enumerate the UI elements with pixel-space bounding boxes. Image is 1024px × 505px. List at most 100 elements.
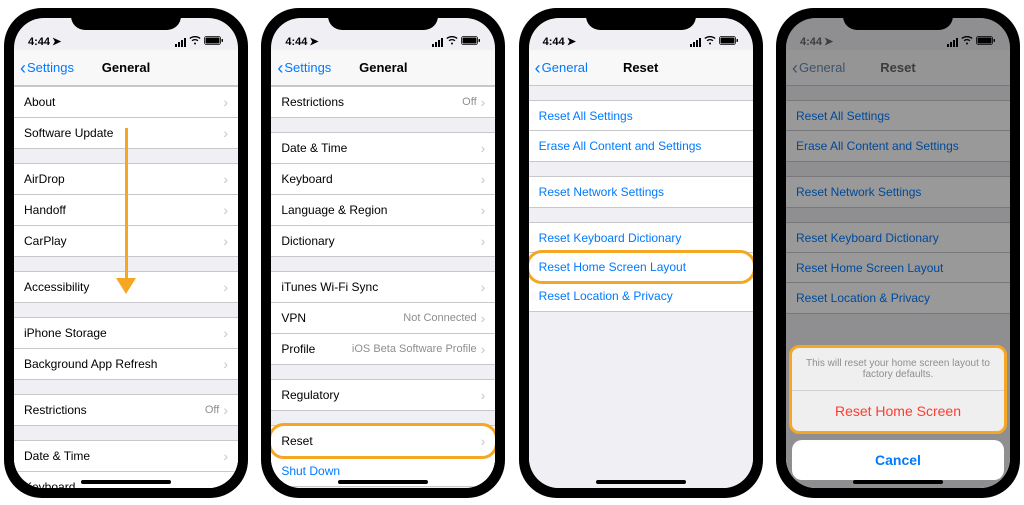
settings-group: Reset Network Settings <box>529 176 753 208</box>
row-regulatory[interactable]: Regulatory › <box>271 380 495 410</box>
signal-icon <box>175 38 186 47</box>
back-button[interactable]: ‹ Settings <box>20 59 74 77</box>
chevron-right-icon: › <box>223 125 228 141</box>
row-label: iPhone Storage <box>24 326 107 340</box>
row-handoff[interactable]: Handoff› <box>14 195 238 226</box>
settings-group: iTunes Wi-Fi Sync›VPNNot Connected›Profi… <box>271 271 495 365</box>
chevron-right-icon: › <box>223 356 228 372</box>
row-label: Dictionary <box>281 234 334 248</box>
chevron-right-icon: › <box>481 310 486 326</box>
row-language-region[interactable]: Language & Region › <box>271 195 495 226</box>
settings-list: RestrictionsOff›Date & Time›Keyboard›Lan… <box>271 86 495 488</box>
row-software-update[interactable]: Software Update› <box>14 118 238 148</box>
settings-group: Reset All Settings Erase All Content and … <box>529 100 753 162</box>
row-reset-network-settings[interactable]: Reset Network Settings <box>529 177 753 207</box>
row-label: VPN <box>281 311 306 325</box>
chevron-right-icon: › <box>223 402 228 418</box>
chevron-left-icon: ‹ <box>20 59 26 77</box>
status-time: 4:44 <box>285 36 307 48</box>
row-date-time[interactable]: Date & Time› <box>271 133 495 164</box>
action-sheet-main: This will reset your home screen layout … <box>789 345 1007 434</box>
chevron-left-icon: ‹ <box>277 59 283 77</box>
screen-1: 4:44 ➤ ‹ Settings General About›Software… <box>14 18 238 488</box>
settings-list: Reset All Settings Erase All Content and … <box>529 86 753 488</box>
screen-3: 4:44 ➤ ‹ General Reset Reset All Setting… <box>529 18 753 488</box>
signal-icon <box>690 38 701 47</box>
battery-icon <box>719 36 739 48</box>
row-label: Reset <box>281 434 312 448</box>
row-label: Date & Time <box>281 141 347 155</box>
row-label: Background App Refresh <box>24 357 157 371</box>
row-reset-keyboard-dictionary[interactable]: Reset Keyboard Dictionary <box>529 223 753 253</box>
battery-icon <box>461 36 481 48</box>
row-accessibility[interactable]: Accessibility› <box>14 272 238 302</box>
home-indicator <box>853 480 943 484</box>
row-reset-home-screen-layout[interactable]: Reset Home Screen Layout <box>529 250 753 284</box>
location-icon: ➤ <box>52 35 61 48</box>
home-indicator <box>338 480 428 484</box>
chevron-right-icon: › <box>481 341 486 357</box>
reset-home-screen-button[interactable]: Reset Home Screen <box>792 391 1004 431</box>
back-label: Settings <box>284 60 331 75</box>
settings-group: Reset Keyboard DictionaryReset Home Scre… <box>529 222 753 312</box>
row-vpn[interactable]: VPNNot Connected› <box>271 303 495 334</box>
row-label: Restrictions <box>281 95 344 109</box>
phone-frame-2: 4:44 ➤ ‹ Settings General RestrictionsOf… <box>261 8 505 498</box>
row-itunes-wi-fi-sync[interactable]: iTunes Wi-Fi Sync› <box>271 272 495 303</box>
chevron-right-icon: › <box>223 233 228 249</box>
row-carplay[interactable]: CarPlay › <box>14 226 238 256</box>
row-label: Handoff <box>24 203 66 217</box>
row-reset-location-privacy[interactable]: Reset Location & Privacy <box>529 281 753 311</box>
back-button[interactable]: ‹ Settings <box>277 59 331 77</box>
notch <box>586 8 696 30</box>
row-erase-all-content-and-settings[interactable]: Erase All Content and Settings <box>529 131 753 161</box>
row-label: Reset All Settings <box>539 109 633 123</box>
row-reset-all-settings[interactable]: Reset All Settings <box>529 101 753 131</box>
row-airdrop[interactable]: AirDrop› <box>14 164 238 195</box>
screen-4: 4:44 ➤ ‹ General Reset Reset All Setting… <box>786 18 1010 488</box>
cancel-button[interactable]: Cancel <box>792 440 1004 480</box>
phone-frame-1: 4:44 ➤ ‹ Settings General About›Software… <box>4 8 248 498</box>
row-profile[interactable]: Profile iOS Beta Software Profile › <box>271 334 495 364</box>
chevron-right-icon: › <box>481 202 486 218</box>
action-sheet-message: This will reset your home screen layout … <box>792 348 1004 391</box>
row-about[interactable]: About› <box>14 87 238 118</box>
row-label: Keyboard <box>24 480 75 488</box>
row-label: Language & Region <box>281 203 387 217</box>
row-label: CarPlay <box>24 234 67 248</box>
chevron-right-icon: › <box>481 387 486 403</box>
wifi-icon <box>446 36 458 48</box>
row-label: Restrictions <box>24 403 87 417</box>
row-date-time[interactable]: Date & Time› <box>14 441 238 472</box>
row-label: About <box>24 95 55 109</box>
settings-group: Reset› Shut Down <box>271 425 495 487</box>
row-iphone-storage[interactable]: iPhone Storage › <box>14 318 238 349</box>
settings-group: Regulatory › <box>271 379 495 411</box>
settings-list: About›Software Update›AirDrop›Handoff›Ca… <box>14 86 238 488</box>
row-label: Regulatory <box>281 388 339 402</box>
notch <box>71 8 181 30</box>
row-restrictions[interactable]: RestrictionsOff› <box>271 87 495 117</box>
row-label: iTunes Wi-Fi Sync <box>281 280 378 294</box>
location-icon: ➤ <box>567 35 576 48</box>
row-label: Profile <box>281 342 315 356</box>
row-restrictions[interactable]: RestrictionsOff› <box>14 395 238 425</box>
row-keyboard[interactable]: Keyboard› <box>271 164 495 195</box>
status-time: 4:44 <box>543 36 565 48</box>
chevron-right-icon: › <box>223 325 228 341</box>
row-background-app-refresh[interactable]: Background App Refresh › <box>14 349 238 379</box>
row-detail: Off <box>462 96 476 108</box>
row-label: Shut Down <box>281 464 340 478</box>
wifi-icon <box>189 36 201 48</box>
home-indicator <box>596 480 686 484</box>
row-reset[interactable]: Reset› <box>271 423 495 459</box>
settings-group: Date & Time›Keyboard› Language & Region › D… <box>271 132 495 257</box>
nav-bar: ‹ Settings General <box>14 50 238 86</box>
row-label: Reset Location & Privacy <box>539 289 673 303</box>
row-detail: iOS Beta Software Profile <box>352 343 477 355</box>
back-button[interactable]: ‹ General <box>535 59 588 77</box>
row-dictionary[interactable]: Dictionary› <box>271 226 495 256</box>
chevron-right-icon: › <box>223 479 228 488</box>
action-sheet: This will reset your home screen layout … <box>792 348 1004 480</box>
settings-group: RestrictionsOff› <box>14 394 238 426</box>
